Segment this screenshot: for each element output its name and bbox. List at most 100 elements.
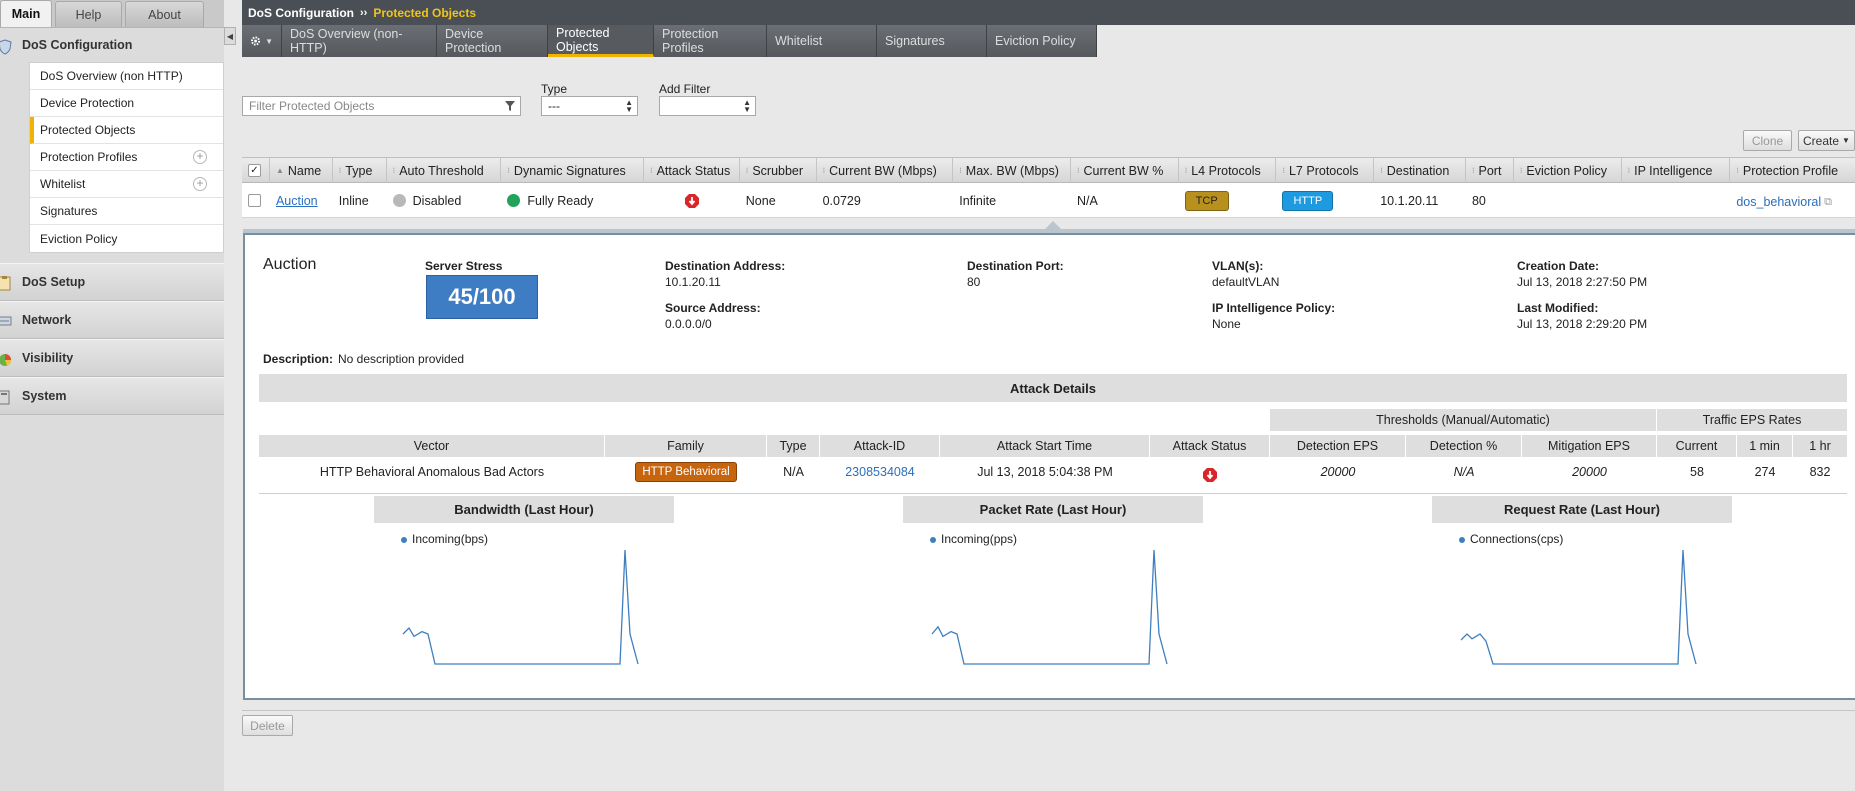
sidebar-section-dos-configuration[interactable]: DoS Configuration bbox=[0, 28, 224, 62]
sidebar-section-system[interactable]: System bbox=[0, 377, 224, 415]
sidebar-section-visibility[interactable]: Visibility bbox=[0, 339, 224, 377]
col-attack-start-time[interactable]: Attack Start Time bbox=[940, 435, 1150, 457]
col-l7-protocols-label: L7 Protocols bbox=[1288, 163, 1359, 178]
tab-protection-profiles[interactable]: Protection Profiles bbox=[654, 25, 767, 57]
legend-label: Connections(cps) bbox=[1470, 532, 1564, 546]
series-line bbox=[1460, 549, 1697, 665]
col-eviction-policy[interactable]: ⁝ Eviction Policy bbox=[1514, 158, 1622, 183]
add-icon[interactable]: + bbox=[193, 177, 207, 191]
row-checkbox-cell[interactable] bbox=[242, 183, 270, 218]
tab-whitelist[interactable]: Whitelist bbox=[767, 25, 877, 57]
tab-signatures[interactable]: Signatures bbox=[877, 25, 987, 57]
sort-asc-icon: ▲ bbox=[275, 166, 284, 175]
type-select[interactable]: --- ▲ ▼ bbox=[541, 96, 638, 116]
col-scrubber[interactable]: ⁝ Scrubber bbox=[740, 158, 817, 183]
external-link-icon[interactable]: ⧉ bbox=[1824, 196, 1832, 209]
col-current-bw[interactable]: ⁝ Current BW (Mbps) bbox=[817, 158, 954, 183]
chart-legend-request-rate: Connections(cps) bbox=[1459, 532, 1563, 546]
attack-id-link[interactable]: 2308534084 bbox=[845, 465, 915, 479]
col-attack-type[interactable]: Type bbox=[767, 435, 820, 457]
cell-eviction-policy bbox=[1514, 183, 1622, 218]
sidebar-item-protection-profiles[interactable]: Protection Profiles + bbox=[30, 144, 223, 171]
tab-device-protection[interactable]: Device Protection bbox=[437, 25, 548, 57]
col-current-bw-pct[interactable]: ⁝ Current BW % bbox=[1071, 158, 1179, 183]
legend-label: Incoming(bps) bbox=[412, 532, 489, 546]
sidebar-item-whitelist[interactable]: Whitelist + bbox=[30, 171, 223, 198]
col-max-bw[interactable]: ⁝ Max. BW (Mbps) bbox=[953, 158, 1071, 183]
col-vector[interactable]: Vector bbox=[259, 435, 605, 457]
create-button[interactable]: Create ▼ bbox=[1798, 130, 1855, 151]
sidebar-item-protected-objects[interactable]: Protected Objects bbox=[30, 117, 223, 144]
col-attack-status-detail[interactable]: Attack Status bbox=[1150, 435, 1270, 457]
col-mitigation-eps[interactable]: Mitigation EPS bbox=[1522, 435, 1657, 457]
chart-legend-bandwidth: Incoming(bps) bbox=[401, 532, 488, 546]
protection-profile-link[interactable]: dos_behavioral bbox=[1736, 195, 1821, 209]
object-name-link[interactable]: Auction bbox=[276, 194, 318, 208]
sidebar-section-label: Visibility bbox=[22, 351, 74, 365]
series-line bbox=[402, 549, 639, 665]
grip-icon: ⁝ bbox=[822, 166, 826, 175]
chart-title-request-rate: Request Rate (Last Hour) bbox=[1432, 496, 1732, 523]
col-protection-profile[interactable]: ⁝ Protection Profile bbox=[1730, 158, 1855, 183]
col-family[interactable]: Family bbox=[605, 435, 767, 457]
traffic-current-value: 58 bbox=[1690, 465, 1704, 479]
col-port[interactable]: ⁝ Port bbox=[1466, 158, 1514, 183]
add-filter-select[interactable]: ▲ ▼ bbox=[659, 96, 756, 116]
tab-eviction-policy[interactable]: Eviction Policy bbox=[987, 25, 1097, 57]
filter-input[interactable]: Filter Protected Objects bbox=[242, 96, 521, 116]
delete-button[interactable]: Delete bbox=[242, 715, 293, 736]
tab-about[interactable]: About bbox=[125, 1, 204, 27]
sidebar-section-network[interactable]: Network bbox=[0, 301, 224, 339]
legend-dot-icon bbox=[930, 536, 936, 543]
col-one-hr[interactable]: 1 hr bbox=[1793, 435, 1847, 457]
add-filter-label: Add Filter bbox=[659, 82, 711, 96]
breadcrumb-root[interactable]: DoS Configuration bbox=[248, 6, 354, 20]
col-auto-threshold[interactable]: ⁝ Auto Threshold bbox=[387, 158, 502, 183]
thresholds-group-label: Thresholds (Manual/Automatic) bbox=[1376, 413, 1550, 427]
col-auto-threshold-label: Auto Threshold bbox=[399, 163, 484, 178]
col-attack-id[interactable]: Attack-ID bbox=[820, 435, 940, 457]
tab-dos-overview[interactable]: DoS Overview (non-HTTP) bbox=[282, 25, 437, 57]
sidebar-item-signatures[interactable]: Signatures bbox=[30, 198, 223, 225]
tab-help[interactable]: Help bbox=[55, 1, 122, 27]
col-dynamic-signatures[interactable]: ⁝ Dynamic Signatures bbox=[501, 158, 645, 183]
col-l4-protocols[interactable]: ⁝ L4 Protocols bbox=[1179, 158, 1277, 183]
sidebar-item-label: Signatures bbox=[40, 204, 98, 218]
col-attack-status[interactable]: ⁝ Attack Status bbox=[644, 158, 740, 183]
sidebar-section-label: DoS Setup bbox=[22, 275, 86, 289]
select-all-checkbox-cell[interactable]: ✓ bbox=[242, 158, 270, 183]
col-name[interactable]: ▲ Name bbox=[270, 158, 333, 183]
sidebar-item-dos-overview[interactable]: DoS Overview (non HTTP) bbox=[30, 63, 223, 90]
tab-protected-objects[interactable]: Protected Objects bbox=[548, 25, 654, 57]
sidebar-section-dos-setup[interactable]: DoS Setup bbox=[0, 263, 224, 301]
col-l7-protocols[interactable]: ⁝ L7 Protocols bbox=[1276, 158, 1375, 183]
mitigation-eps-value: 20000 bbox=[1572, 465, 1607, 479]
sidebar-item-device-protection[interactable]: Device Protection bbox=[30, 90, 223, 117]
col-l4-protocols-label: L4 Protocols bbox=[1191, 163, 1261, 178]
collapse-panel-icon[interactable]: ◀ bbox=[224, 27, 236, 45]
tab-main[interactable]: Main bbox=[0, 0, 52, 27]
add-icon[interactable]: + bbox=[193, 150, 207, 164]
clone-button[interactable]: Clone bbox=[1743, 130, 1792, 151]
col-detection-eps[interactable]: Detection EPS bbox=[1270, 435, 1406, 457]
funnel-icon[interactable] bbox=[504, 100, 516, 112]
cell-protection-profile[interactable]: dos_behavioral ⧉ bbox=[1730, 183, 1855, 218]
col-destination[interactable]: ⁝ Destination bbox=[1374, 158, 1466, 183]
table-row[interactable]: Auction Inline Disabled Fully Ready None… bbox=[242, 183, 1855, 218]
attack-alert-icon bbox=[684, 193, 699, 208]
col-one-min[interactable]: 1 min bbox=[1737, 435, 1793, 457]
grip-icon: ⁝ bbox=[650, 166, 653, 175]
cell-name[interactable]: Auction bbox=[270, 183, 333, 218]
sidebar-item-eviction-policy[interactable]: Eviction Policy bbox=[30, 225, 223, 252]
filter-placeholder: Filter Protected Objects bbox=[249, 99, 375, 113]
col-type[interactable]: ⁝ Type bbox=[333, 158, 387, 183]
col-ip-intelligence[interactable]: ⁝ IP Intelligence bbox=[1622, 158, 1731, 183]
select-all-checkbox[interactable]: ✓ bbox=[248, 164, 261, 177]
gear-menu-button[interactable]: ▼ bbox=[242, 25, 282, 57]
vlan-value: defaultVLAN bbox=[1212, 275, 1280, 289]
col-current[interactable]: Current bbox=[1657, 435, 1737, 457]
description-label: Description: bbox=[263, 352, 334, 366]
row-checkbox[interactable] bbox=[248, 194, 261, 207]
col-detection-pct[interactable]: Detection % bbox=[1406, 435, 1522, 457]
sidebar-item-label: Eviction Policy bbox=[40, 231, 118, 246]
